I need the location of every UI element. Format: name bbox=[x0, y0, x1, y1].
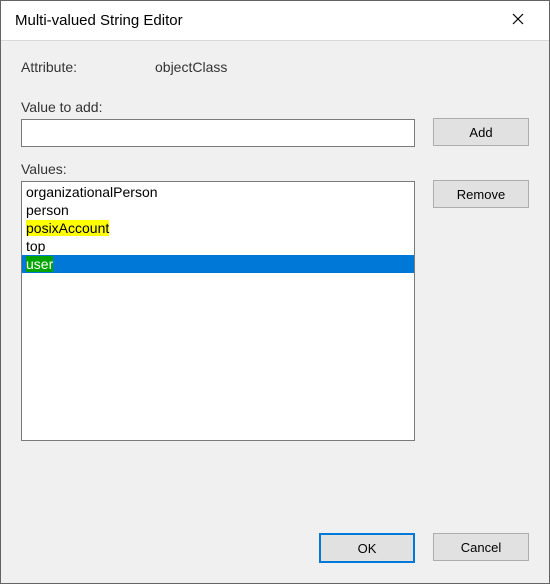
list-item[interactable]: person bbox=[22, 201, 414, 219]
value-to-add-input[interactable] bbox=[21, 119, 415, 147]
ok-button[interactable]: OK bbox=[319, 533, 415, 563]
dialog-footer: OK Cancel bbox=[21, 515, 529, 563]
window-title: Multi-valued String Editor bbox=[15, 12, 495, 29]
list-item[interactable]: user bbox=[22, 255, 414, 273]
list-item-text: person bbox=[26, 202, 69, 218]
close-icon bbox=[512, 13, 524, 28]
client-area: Attribute: objectClass Value to add: Add… bbox=[1, 41, 549, 583]
cancel-button[interactable]: Cancel bbox=[433, 533, 529, 561]
list-item[interactable]: organizationalPerson bbox=[22, 183, 414, 201]
close-button[interactable] bbox=[495, 5, 541, 37]
values-label: Values: bbox=[21, 161, 415, 177]
add-button[interactable]: Add bbox=[433, 118, 529, 146]
list-item[interactable]: top bbox=[22, 237, 414, 255]
dialog-window: Multi-valued String Editor Attribute: ob… bbox=[0, 0, 550, 584]
attribute-row: Attribute: objectClass bbox=[21, 59, 529, 75]
list-item-text: user bbox=[26, 256, 53, 272]
list-item-text: top bbox=[26, 238, 45, 254]
attribute-value: objectClass bbox=[155, 59, 227, 75]
remove-button[interactable]: Remove bbox=[433, 180, 529, 208]
value-to-add-label: Value to add: bbox=[21, 99, 415, 115]
titlebar: Multi-valued String Editor bbox=[1, 1, 549, 41]
attribute-label: Attribute: bbox=[21, 59, 155, 75]
values-listbox[interactable]: organizationalPerson person posixAccount to… bbox=[21, 181, 415, 441]
list-item-text: organizationalPerson bbox=[26, 184, 158, 200]
list-item[interactable]: posixAccount bbox=[22, 219, 414, 237]
list-item-text: posixAccount bbox=[26, 220, 109, 236]
